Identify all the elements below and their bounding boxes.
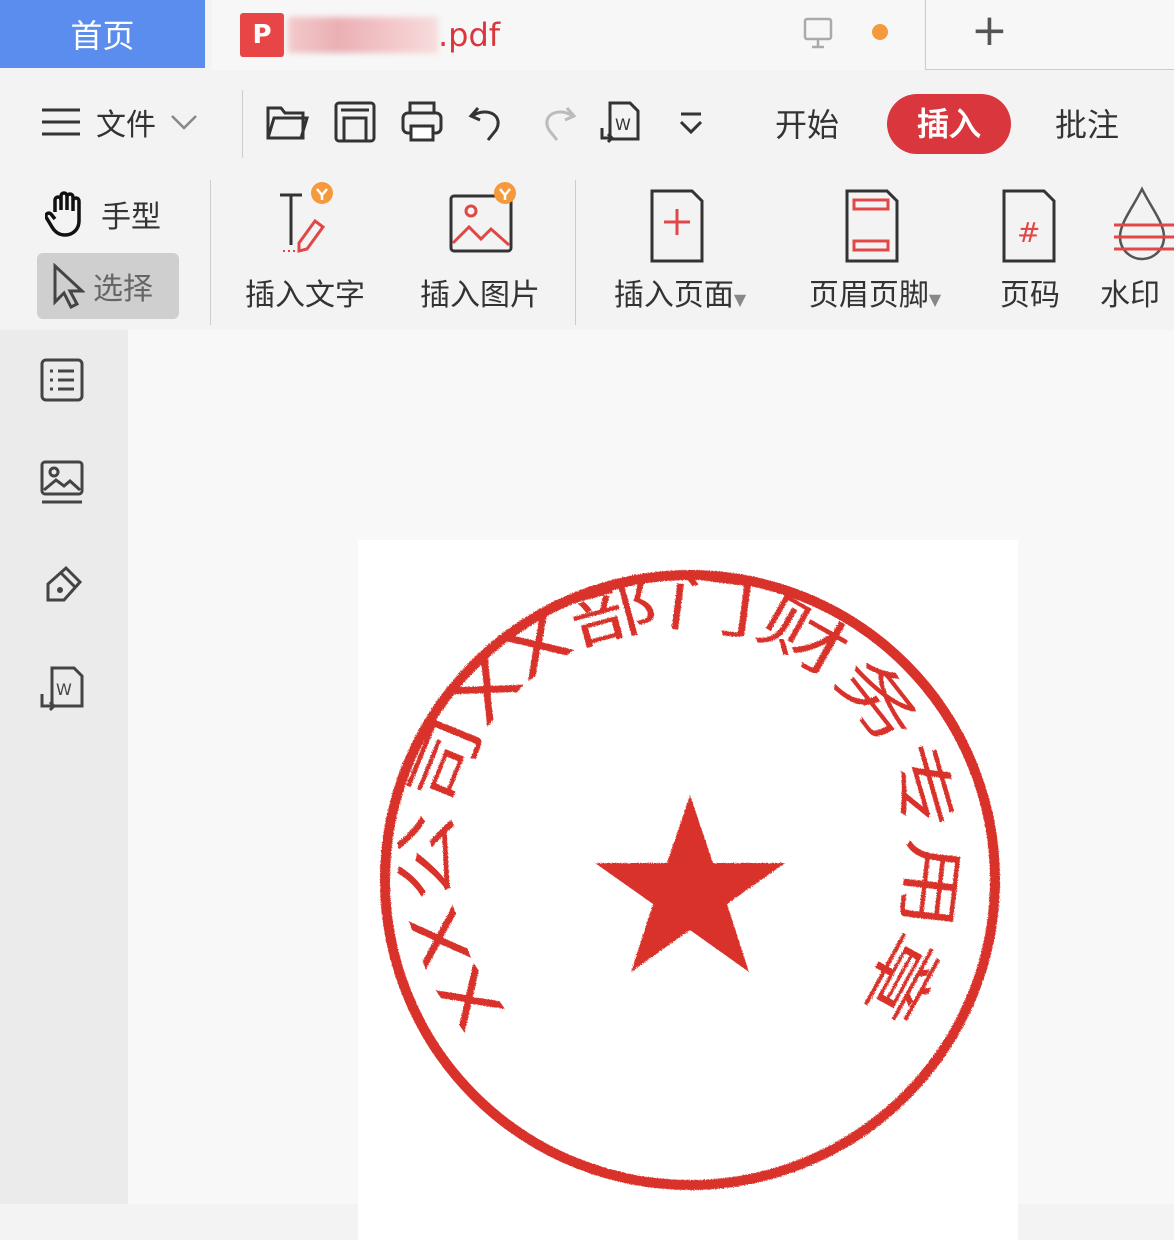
insert-ribbon: 手型 选择 插入文字 插入图片 插入页面▼ 页眉页脚▼ # 页码 水印 bbox=[0, 175, 1174, 330]
thumbnail-icon[interactable] bbox=[38, 458, 86, 506]
pdf-page: XX公司XX部门财务专用章 bbox=[358, 540, 1018, 1240]
watermark-button[interactable]: 水印 bbox=[1100, 175, 1174, 325]
insert-text-button[interactable]: 插入文字 bbox=[230, 175, 380, 325]
quick-toolbar: 文件 W 开始 插入 批注 bbox=[0, 70, 1174, 175]
page-number-button[interactable]: # 页码 bbox=[985, 175, 1075, 325]
pdf-icon: P bbox=[240, 13, 284, 57]
convert-to-word-icon[interactable]: W bbox=[598, 100, 642, 144]
svg-text:W: W bbox=[56, 680, 72, 699]
insert-page-button[interactable]: 插入页面▼ bbox=[595, 175, 765, 325]
redo-icon[interactable] bbox=[535, 100, 579, 144]
open-folder-icon[interactable] bbox=[265, 100, 309, 144]
document-extension: .pdf bbox=[438, 16, 500, 54]
company-seal: XX公司XX部门财务专用章 bbox=[358, 540, 1018, 1240]
divider bbox=[242, 90, 243, 158]
seal-text: XX公司XX部门财务专用章 bbox=[391, 565, 970, 1044]
file-menu[interactable]: 文件 bbox=[40, 100, 198, 144]
tab-insert[interactable]: 插入 bbox=[887, 94, 1011, 154]
tab-annotate[interactable]: 批注 bbox=[1055, 100, 1119, 150]
select-tool-label: 选择 bbox=[93, 264, 153, 308]
header-footer-icon bbox=[842, 187, 902, 265]
blurred-filename bbox=[288, 17, 438, 53]
insert-page-label: 插入页面▼ bbox=[595, 270, 765, 314]
page-number-icon: # bbox=[1001, 187, 1061, 265]
star-icon bbox=[595, 795, 785, 972]
header-footer-label: 页眉页脚▼ bbox=[790, 270, 960, 314]
left-sidebar: W bbox=[0, 330, 128, 1204]
divider bbox=[210, 180, 211, 325]
hand-tool-label: 手型 bbox=[101, 192, 161, 236]
header-footer-text: 页眉页脚 bbox=[809, 278, 929, 313]
hand-icon bbox=[45, 190, 95, 238]
new-tab-button[interactable]: + bbox=[925, 0, 1174, 70]
page-number-label: 页码 bbox=[985, 270, 1075, 314]
divider bbox=[575, 180, 576, 325]
insert-image-button[interactable]: 插入图片 bbox=[405, 175, 555, 325]
convert-icon[interactable]: W bbox=[38, 664, 86, 712]
chevron-down-icon bbox=[170, 112, 198, 132]
hamburger-icon bbox=[40, 107, 82, 137]
document-canvas[interactable]: XX公司XX部门财务专用章 bbox=[128, 330, 1174, 1204]
svg-text:#: # bbox=[1017, 216, 1040, 249]
insert-image-label: 插入图片 bbox=[405, 270, 555, 314]
hand-tool-button[interactable]: 手型 bbox=[45, 190, 161, 238]
cursor-icon bbox=[51, 263, 85, 309]
insert-text-icon bbox=[275, 181, 345, 261]
insert-text-label: 插入文字 bbox=[230, 270, 380, 314]
dropdown-arrow-icon: ▼ bbox=[929, 290, 941, 309]
insert-page-icon bbox=[647, 187, 707, 265]
tab-home[interactable]: 首页 bbox=[0, 0, 205, 68]
file-menu-label: 文件 bbox=[96, 100, 156, 144]
header-footer-button[interactable]: 页眉页脚▼ bbox=[790, 175, 960, 325]
signature-pen-icon[interactable] bbox=[38, 562, 86, 610]
outline-icon[interactable] bbox=[38, 356, 86, 404]
print-icon[interactable] bbox=[400, 100, 444, 144]
insert-image-icon bbox=[445, 181, 525, 261]
insert-page-text: 插入页面 bbox=[614, 278, 734, 313]
tab-bar: 首页 P .pdf + bbox=[0, 0, 1174, 70]
dropdown-arrow-icon: ▼ bbox=[734, 290, 746, 309]
tab-document[interactable]: P .pdf bbox=[212, 0, 924, 70]
undo-icon[interactable] bbox=[466, 100, 510, 144]
select-tool-button[interactable]: 选择 bbox=[37, 253, 179, 319]
save-icon[interactable] bbox=[333, 100, 377, 144]
watermark-icon bbox=[1112, 185, 1174, 265]
monitor-icon[interactable] bbox=[802, 16, 834, 50]
unsaved-dot-icon bbox=[872, 24, 888, 40]
watermark-label: 水印 bbox=[1100, 270, 1174, 314]
tab-start[interactable]: 开始 bbox=[775, 100, 839, 150]
more-dropdown-icon[interactable] bbox=[675, 100, 707, 144]
svg-text:W: W bbox=[615, 115, 631, 134]
